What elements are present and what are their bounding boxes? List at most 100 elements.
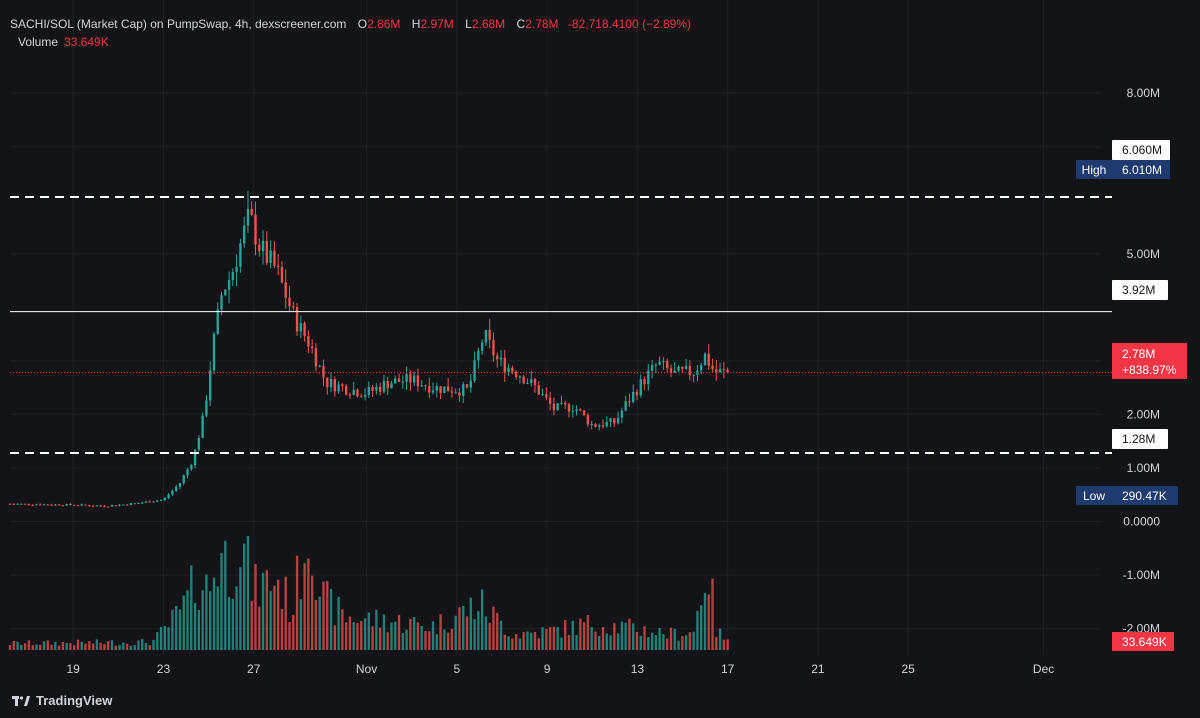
volume-bar [341,609,344,650]
volume-bar [590,627,593,650]
volume-bar [688,632,692,650]
candle-body [450,391,454,393]
candle-body [609,418,612,422]
volume-bar [337,596,340,650]
volume-bar [307,558,310,650]
candle-body [329,379,333,388]
price-chart[interactable]: 8.00M7.00M5.00M3.00M2.00M1.00M0.0000-1.0… [0,0,1200,718]
volume-bar [416,622,420,650]
volume-bar [80,641,83,650]
candle-body [344,385,348,395]
tradingview-logo-icon [12,695,30,706]
candle-body [103,505,106,507]
symbol-title[interactable]: SACHI/SOL (Market Cap) on PumpSwap, 4h, … [10,17,346,31]
volume-legend: Volume 33.649K [18,35,109,49]
candle-body [375,386,378,391]
volume-bar [216,586,219,650]
x-tick-label: 13 [631,662,645,676]
candle-body [703,353,707,366]
candle-body [435,386,438,391]
candle-body [227,279,231,290]
candle-body [397,378,401,382]
candle-body [567,404,571,412]
candle-body [246,208,250,226]
volume-bar [711,578,714,650]
volume-bar [382,614,386,650]
candle-body [462,384,465,396]
volume-bar [261,572,265,650]
candle-body [458,392,461,396]
volume-bar [360,621,363,650]
volume-bar [178,609,182,650]
candle-body [526,382,529,384]
level-badge-128-label: 1.28M [1122,432,1155,446]
candle-body [69,504,72,506]
candle-body [159,499,163,501]
volume-bar [496,612,499,650]
candle-body [662,361,665,363]
volume-bar [567,635,571,650]
candle-body [371,386,374,391]
candle-body [265,240,269,263]
candle-body [469,380,472,388]
volume-bar [371,626,374,650]
x-tick-label: 9 [544,662,551,676]
volume-bar [333,625,336,650]
volume-bar [378,627,382,650]
volume-bar [594,631,597,650]
candle-body [503,357,506,373]
volume-badge-label: 33.649K [1122,635,1167,649]
candle-body [76,505,80,507]
x-tick-label: Nov [356,662,377,676]
candle-body [307,336,310,347]
candle-body [715,369,718,373]
volume-bar [548,627,552,650]
volume-bar [288,621,291,650]
candle-body [261,240,265,252]
candle-body [718,368,722,373]
volume-bar [556,627,559,650]
volume-bar [148,645,151,650]
candle-body [514,371,518,378]
volume-bar [220,553,223,650]
candle-body [545,393,548,398]
volume-bar [243,543,246,650]
high-tag-label: High [1082,163,1107,177]
high-value-label: 6.010M [1122,163,1162,177]
candle-body [352,389,355,395]
candle-body [571,410,574,412]
volume-value: 33.649K [64,35,109,49]
candle-body [382,381,386,392]
candle-body [669,368,673,373]
y-tick-label: 0.0000 [1123,515,1160,529]
volume-bar [575,635,578,650]
candle-body [632,391,635,402]
candle-body [178,482,182,487]
low-tag-label: Low [1083,489,1105,503]
volume-bar [673,628,676,650]
level-badge-392-label: 3.92M [1122,283,1155,297]
candle-body [586,414,590,425]
candle-body [480,342,484,352]
candle-body [416,375,420,387]
candle-body [12,503,15,505]
candle-body [613,418,616,424]
volume-bar [533,631,537,650]
candle-body [624,401,627,411]
volume-bar [537,638,540,650]
candle-body [295,307,299,332]
volume-bar [292,614,295,650]
tradingview-branding[interactable]: TradingView [12,693,112,708]
volume-bar [571,620,574,650]
volume-bar [235,586,238,650]
volume-bar [526,631,529,650]
candle-body [541,393,544,395]
candle-body [175,486,178,491]
chart-header: SACHI/SOL (Market Cap) on PumpSwap, 4h, … [10,17,691,31]
candle-body [643,379,646,385]
candle-body [224,289,227,296]
volume-bar [428,631,431,650]
volume-bar [193,602,197,650]
volume-bar [620,621,624,650]
volume-bar [480,589,484,650]
